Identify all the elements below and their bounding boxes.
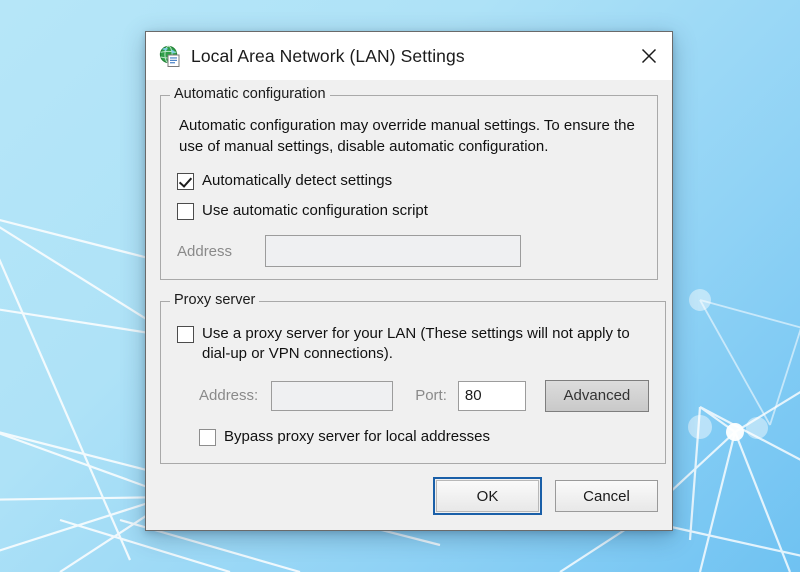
automatic-configuration-description: Automatic configuration may override man…	[179, 117, 635, 155]
automatic-configuration-group-title: Automatic configuration	[170, 86, 330, 102]
cancel-button[interactable]: Cancel	[555, 480, 658, 512]
globe-document-icon	[158, 44, 182, 68]
auto-detect-settings-checkbox[interactable]	[177, 173, 194, 191]
proxy-address-row: Address: Port: 80 Advanced	[177, 379, 649, 412]
proxy-port-input[interactable]: 80	[457, 380, 526, 411]
bypass-proxy-checkbox[interactable]	[199, 428, 216, 446]
bypass-proxy-row[interactable]: Bypass proxy server for local addresses	[177, 427, 649, 447]
use-config-script-label: Use automatic configuration script	[202, 202, 428, 220]
use-config-script-row[interactable]: Use automatic configuration script	[177, 201, 641, 221]
proxy-server-group-title: Proxy server	[170, 292, 260, 308]
proxy-address-input[interactable]	[271, 380, 394, 411]
use-proxy-checkbox[interactable]	[177, 326, 194, 343]
proxy-address-label: Address:	[199, 387, 259, 405]
auto-detect-settings-label: Automatically detect settings	[202, 172, 393, 190]
advanced-button[interactable]: Advanced	[544, 379, 649, 412]
close-icon[interactable]	[626, 32, 672, 80]
automatic-configuration-group: Automatic configuration Automatic config…	[160, 86, 658, 280]
dialog-title: Local Area Network (LAN) Settings	[191, 45, 465, 66]
autoconfig-address-label: Address	[177, 242, 233, 260]
use-config-script-checkbox[interactable]	[177, 203, 194, 221]
lan-settings-dialog: Local Area Network (LAN) Settings Automa…	[145, 31, 673, 531]
bypass-proxy-label: Bypass proxy server for local addresses	[224, 427, 490, 445]
desktop-background: Local Area Network (LAN) Settings Automa…	[0, 0, 800, 572]
proxy-server-group: Proxy server Use a proxy server for your…	[160, 292, 666, 464]
auto-detect-settings-row[interactable]: Automatically detect settings	[177, 171, 641, 191]
dialog-titlebar: Local Area Network (LAN) Settings	[146, 32, 672, 80]
autoconfig-address-row: Address	[177, 235, 641, 268]
ok-button[interactable]: OK	[433, 477, 542, 515]
use-proxy-row[interactable]: Use a proxy server for your LAN (These s…	[177, 324, 649, 364]
autoconfig-address-input[interactable]	[265, 235, 522, 268]
dialog-content: Automatic configuration Automatic config…	[146, 80, 672, 530]
proxy-port-label: Port:	[415, 387, 447, 405]
use-proxy-label: Use a proxy server for your LAN (These s…	[202, 325, 630, 362]
dialog-button-bar: OK Cancel	[433, 477, 658, 515]
